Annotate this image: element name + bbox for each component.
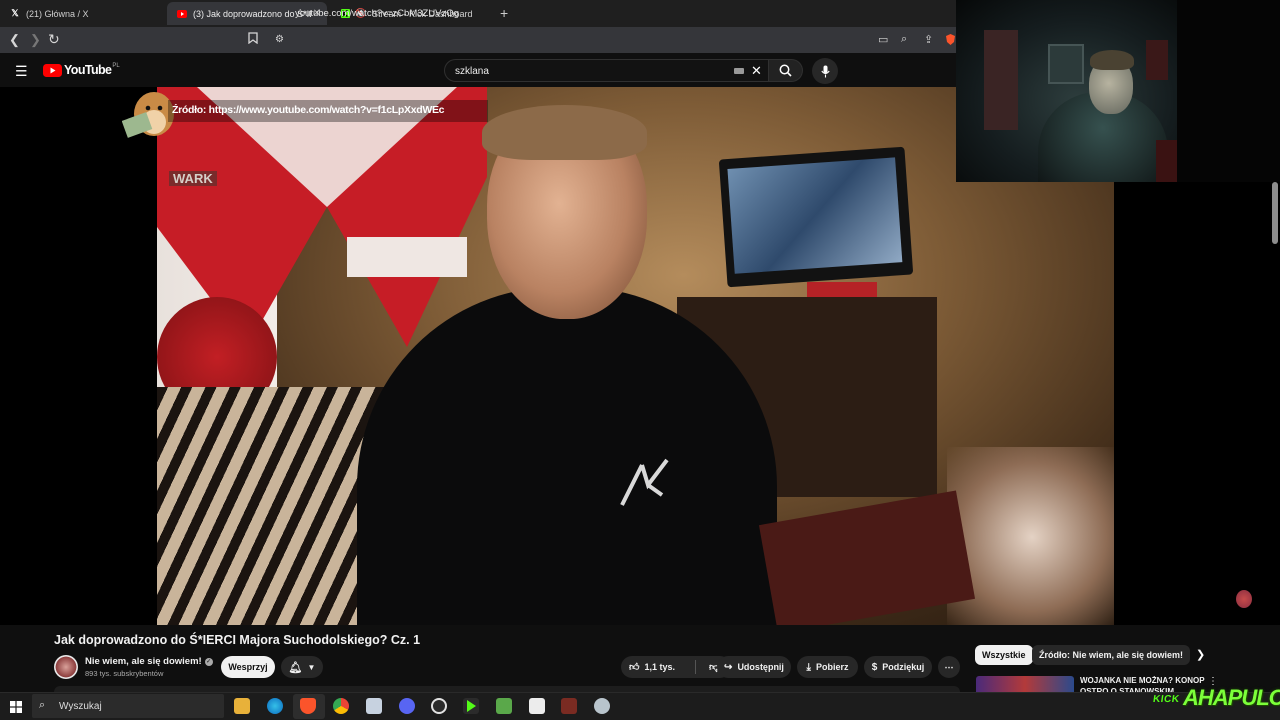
webcam-poster [1146, 40, 1168, 80]
webcam-dark-area [1177, 0, 1280, 182]
forward-icon[interactable]: ❯ [30, 32, 41, 48]
file-explorer-icon[interactable] [234, 698, 250, 714]
hoodie-logo [612, 455, 682, 515]
brave-shield-icon[interactable] [946, 33, 955, 48]
windows-start-icon[interactable] [10, 700, 22, 718]
chip-all[interactable]: Wszystkie [975, 645, 1033, 665]
webcam-red-light [1156, 140, 1177, 182]
bookmark-icon[interactable] [248, 32, 258, 47]
like-dislike-group: 👍︎ 1,1 tys. 👎︎ [621, 656, 731, 678]
tab-label: (3) Jak doprowadzono do Ś*IERC [193, 8, 311, 19]
voice-search-button[interactable] [812, 58, 838, 84]
share-page-icon[interactable]: ⇪ [924, 33, 933, 46]
youtube-icon [177, 9, 187, 19]
edge-icon[interactable] [267, 698, 283, 714]
webcam-overlay [956, 0, 1177, 182]
rug [758, 490, 976, 625]
suggestion-thumbnail[interactable] [976, 676, 1074, 692]
channel-name-row[interactable]: Nie wiem, ale się dowiem! ✓ [85, 656, 213, 667]
address-bar[interactable]: youtube.com/watch?v=zCbM3ZUVzOg [295, 8, 459, 19]
subscriber-count: 893 tys. subskrybentów [85, 669, 164, 678]
reload-icon[interactable]: ↻ [48, 31, 60, 48]
source-overlay-text: Źródło: https://www.youtube.com/watch?v=… [172, 104, 445, 116]
tab-x[interactable]: 𝕏 (21) Główna / X [0, 2, 165, 25]
join-button[interactable]: Wesprzyj [221, 656, 275, 678]
chip-source-channel[interactable]: Źródło: Nie wiem, ale się dowiem! [1032, 645, 1191, 665]
clear-search-icon[interactable]: ✕ [751, 63, 762, 79]
play-app-icon[interactable] [463, 698, 479, 714]
search-box[interactable] [444, 59, 769, 82]
download-icon: ⤓ [806, 661, 811, 673]
poster-text: WARK [169, 171, 217, 186]
page-scrollbar[interactable] [1272, 182, 1278, 244]
share-button[interactable]: ↪ Udostępnij [717, 656, 791, 678]
webcam-door [984, 30, 1018, 130]
bell-icon: 🔔︎ [288, 661, 303, 674]
streamer-hair [1090, 50, 1134, 70]
keyboard-icon[interactable] [734, 68, 744, 74]
thanks-button[interactable]: $ Podziękuj [864, 656, 932, 678]
thanks-icon: $ [871, 661, 878, 673]
more-actions-button[interactable]: ⋯ [938, 656, 960, 678]
youtube-logo[interactable]: YouTube PL [43, 63, 120, 77]
app-icon-3[interactable] [561, 698, 577, 714]
zoom-icon[interactable]: ⌕ [901, 33, 907, 46]
person-hair [482, 105, 647, 160]
download-button[interactable]: ⤓ Pobierz [797, 656, 858, 678]
obs-icon[interactable] [431, 698, 447, 714]
app-icon-1[interactable] [366, 698, 382, 714]
webcam-picture-frame [1048, 44, 1084, 84]
verified-icon: ✓ [204, 657, 213, 666]
search-icon [779, 64, 792, 77]
taskbar-search-icon: ⌕ [39, 699, 46, 711]
channel-avatar[interactable] [54, 655, 78, 679]
menu-icon[interactable]: ☰ [15, 63, 28, 80]
tv-screen [727, 157, 903, 274]
site-settings-icon[interactable]: ⚙ [275, 34, 284, 45]
brave-icon[interactable] [300, 698, 316, 714]
youtube-play-icon [43, 63, 62, 77]
share-icon: ↪ [724, 661, 733, 673]
microphone-icon [820, 65, 830, 77]
taskbar-search-placeholder[interactable]: Wyszukaj [59, 701, 102, 712]
chrome-icon[interactable] [333, 698, 349, 714]
subscribed-bell-button[interactable]: 🔔︎ ▼ [281, 656, 323, 678]
chevron-right-icon[interactable]: ❯ [1196, 648, 1205, 661]
tab-label: (21) Główna / X [26, 8, 89, 19]
search-button[interactable] [769, 59, 803, 82]
like-count[interactable]: 1,1 tys. [644, 662, 675, 672]
video-title: Jak doprowadzono do Ś*IERCI Majora Sucho… [54, 633, 421, 647]
like-icon[interactable]: 👍︎ [629, 661, 639, 673]
app-icon-4[interactable] [594, 698, 610, 714]
channel-watermark-icon[interactable] [1236, 590, 1252, 608]
more-icon: ⋯ [944, 661, 954, 672]
new-tab-icon[interactable]: + [500, 5, 508, 21]
cast-icon[interactable]: ▭ [878, 33, 888, 46]
chevron-down-icon: ▼ [307, 662, 316, 672]
discord-icon[interactable] [399, 698, 415, 714]
notepad-icon[interactable] [529, 698, 545, 714]
search-input[interactable]: szklana [455, 66, 489, 77]
app-icon-2[interactable] [496, 698, 512, 714]
like-divider [695, 660, 696, 674]
television [718, 146, 914, 288]
x-logo-icon: 𝕏 [11, 8, 19, 18]
brand-logo: AHAPULCO [1183, 685, 1280, 710]
channel-name[interactable]: Nie wiem, ale się dowiem! [85, 656, 202, 667]
suggestion-title-line-1[interactable]: WOJANKA NIE MOŻNA? KONOP [1080, 676, 1205, 685]
kick-label: KICK [1152, 694, 1181, 705]
back-icon[interactable]: ❮ [9, 32, 20, 48]
